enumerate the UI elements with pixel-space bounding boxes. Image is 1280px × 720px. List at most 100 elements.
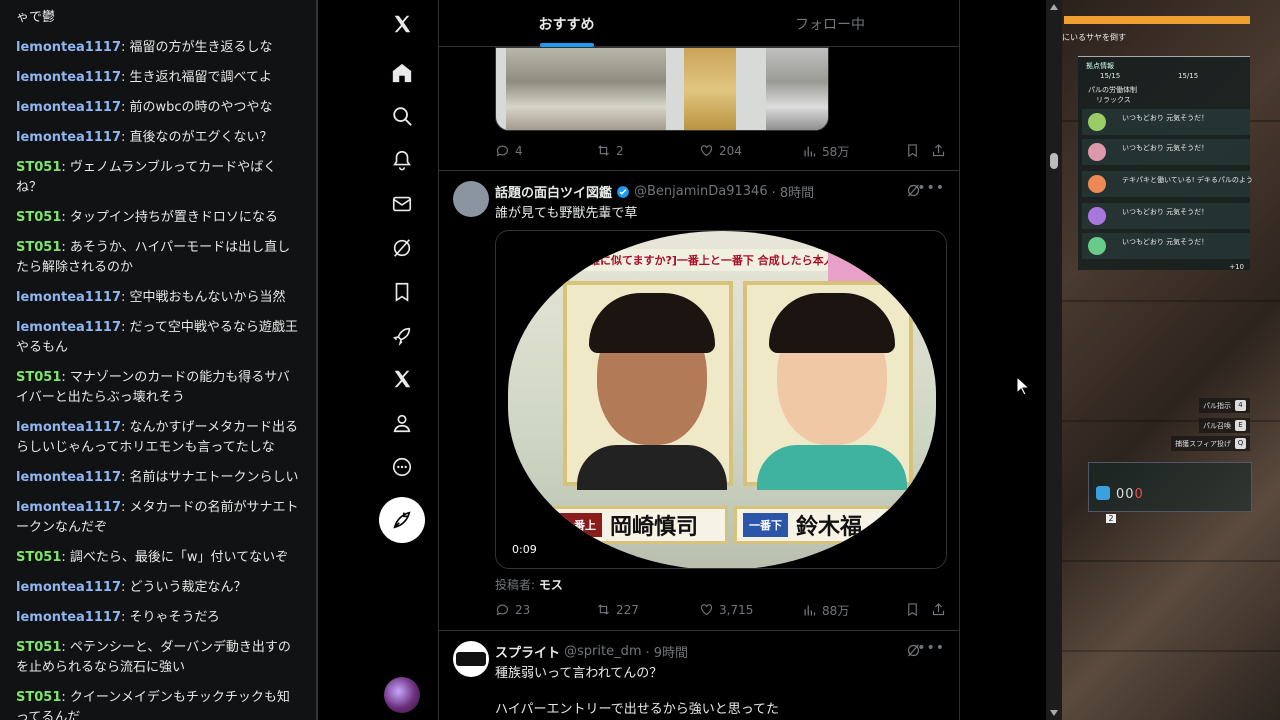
tweet-time[interactable]: · 8時間: [772, 182, 815, 201]
pal-icon: [1088, 113, 1106, 131]
bell-icon[interactable]: [384, 142, 420, 178]
bookmark-button[interactable]: [905, 602, 920, 617]
chat-username[interactable]: lemontea1117: [16, 610, 121, 625]
tweet-avatar[interactable]: [453, 641, 489, 677]
chat-username[interactable]: ST051: [16, 210, 61, 225]
reply-count: 4: [515, 143, 523, 158]
more-icon[interactable]: •••: [917, 180, 945, 196]
reply-icon: [496, 604, 509, 616]
account-avatar[interactable]: [384, 677, 420, 713]
repost-button[interactable]: 2: [596, 143, 624, 158]
tweet-text: ハイパーエントリーで出せるから強いと思ってた: [495, 702, 780, 717]
rocket-icon[interactable]: [384, 318, 420, 354]
reply-icon: [496, 145, 509, 157]
views-button[interactable]: 88万: [802, 602, 849, 619]
chat-message: lemontea1117: 福留の方が生き返るしな: [16, 40, 273, 55]
views-count: 58万: [822, 145, 850, 159]
chat-username[interactable]: lemontea1117: [16, 420, 121, 435]
poster-label: 投稿者:: [495, 578, 536, 592]
verified-icon: [617, 185, 629, 198]
chat-username[interactable]: lemontea1117: [16, 500, 121, 515]
chat-message: lemontea1117: 名前はサナエトークンらしい: [16, 470, 299, 485]
search-icon[interactable]: [384, 98, 420, 134]
reply-button[interactable]: 4: [495, 143, 523, 158]
chat-username[interactable]: lemontea1117: [16, 40, 121, 55]
home-icon[interactable]: [384, 55, 420, 91]
x-logo-icon[interactable]: [384, 6, 420, 42]
work-value: リラックス: [1096, 96, 1131, 104]
base-title: 拠点情報: [1086, 62, 1114, 70]
grok-icon[interactable]: [384, 230, 420, 266]
scrollbar-thumb[interactable]: [1050, 153, 1058, 169]
heart-icon: [700, 145, 713, 157]
like-button[interactable]: 3,715: [699, 602, 753, 617]
share-button[interactable]: [931, 143, 946, 158]
pal-row: いつもどおり 元気そうだ！: [1082, 139, 1250, 165]
chat-username[interactable]: lemontea1117: [16, 100, 121, 115]
bookmark-button[interactable]: [905, 143, 920, 158]
like-button[interactable]: 204: [699, 143, 742, 158]
chat-message: lemontea1117: 直後なのがエグくない？: [16, 130, 273, 145]
chat-message: lemontea1117: 前のwbcの時のやつやな: [16, 100, 273, 115]
chat-username[interactable]: ST051: [16, 690, 61, 705]
tab-recommended[interactable]: おすすめ: [439, 0, 694, 47]
tweet-handle[interactable]: @BenjaminDa91346: [634, 184, 768, 199]
chat-username[interactable]: lemontea1117: [16, 580, 121, 595]
tweet-text: 誰が見ても野獣先輩で草: [495, 206, 638, 221]
chat-username[interactable]: lemontea1117: [16, 470, 121, 485]
sprite-logo: [456, 652, 486, 666]
quest-progress-bar: [1064, 16, 1250, 24]
views-button[interactable]: 58万: [802, 143, 849, 160]
compose-button[interactable]: [379, 497, 425, 543]
tweet-time[interactable]: · 9時間: [646, 642, 689, 661]
chat-message: ゃで鬱: [16, 8, 302, 28]
chat-username[interactable]: lemontea1117: [16, 70, 121, 85]
bookmark-icon[interactable]: [384, 274, 420, 310]
chat-text: 前のwbcの時のやつやな: [129, 100, 273, 115]
video-name-plate-right: 一番下 鈴木福: [734, 506, 914, 544]
chat-message: ST051: ペテンシーと、ダーバンデ動き出すのを止められるなら流石に強い: [16, 640, 291, 675]
chat-message: lemontea1117: メタカードの名前がサナエトークンなんだぞ: [16, 500, 299, 535]
tweet-image-grid[interactable]: [495, 47, 829, 131]
mail-icon[interactable]: [384, 186, 420, 222]
chat-message: lemontea1117: だって空中戦やるなら遊戯王やるもん: [16, 320, 298, 355]
scrollbar[interactable]: [1046, 0, 1062, 720]
chat-username[interactable]: lemontea1117: [16, 320, 121, 335]
tweet-display-name[interactable]: スプライト: [495, 642, 560, 661]
tweet-avatar[interactable]: [453, 181, 489, 217]
chat-username[interactable]: ST051: [16, 640, 61, 655]
repost-count: 2: [616, 143, 624, 158]
chat-username[interactable]: ST051: [16, 550, 61, 565]
more-circle-icon[interactable]: [384, 449, 420, 485]
scroll-down-arrow-icon[interactable]: [1050, 710, 1058, 716]
video-face-left: [563, 281, 733, 490]
pal-icon: [1088, 143, 1106, 161]
chat-username[interactable]: ST051: [16, 160, 61, 175]
bookmark-icon: [908, 144, 917, 158]
views-count: 88万: [822, 604, 850, 618]
chat-username[interactable]: ST051: [16, 370, 61, 385]
more-icon[interactable]: •••: [917, 640, 945, 656]
x-premium-icon[interactable]: [384, 361, 420, 397]
repost-button[interactable]: 227: [596, 602, 639, 617]
video-duration: 0:09: [512, 543, 537, 556]
share-button[interactable]: [931, 602, 946, 617]
scroll-up-arrow-icon[interactable]: [1050, 4, 1058, 10]
chat-username[interactable]: ST051: [16, 240, 61, 255]
profile-icon[interactable]: [384, 405, 420, 441]
chat-text: 福留の方が生き返るしな: [129, 40, 273, 55]
tab-following[interactable]: フォロー中: [699, 0, 959, 47]
tweet-handle[interactable]: @sprite_dm: [564, 644, 642, 659]
poster-name[interactable]: モス: [539, 578, 563, 592]
tweet-video[interactable]: 人ていうと誰に似てますか?]一番上と一番下 合成したら本人とそっくり説 一番上岡…: [495, 230, 947, 569]
key-hint-throw-sphere: 捕獲スフィア投げ Q: [1171, 436, 1250, 451]
reply-button[interactable]: 23: [495, 602, 530, 617]
repost-icon: [598, 604, 609, 615]
chat-username[interactable]: lemontea1117: [16, 130, 121, 145]
chat-username[interactable]: lemontea1117: [16, 290, 121, 305]
chat-text: 名前はサナエトークンらしい: [129, 470, 299, 485]
video-face-right: [743, 281, 913, 490]
tweet-display-name[interactable]: 話題の面白ツイ図鑑: [495, 182, 612, 201]
game-window: にいるサヤを倒す 拠点情報 15/15 15/15 パルの労働体制 リラックス …: [1062, 0, 1280, 720]
pal-icon: [1088, 175, 1106, 193]
